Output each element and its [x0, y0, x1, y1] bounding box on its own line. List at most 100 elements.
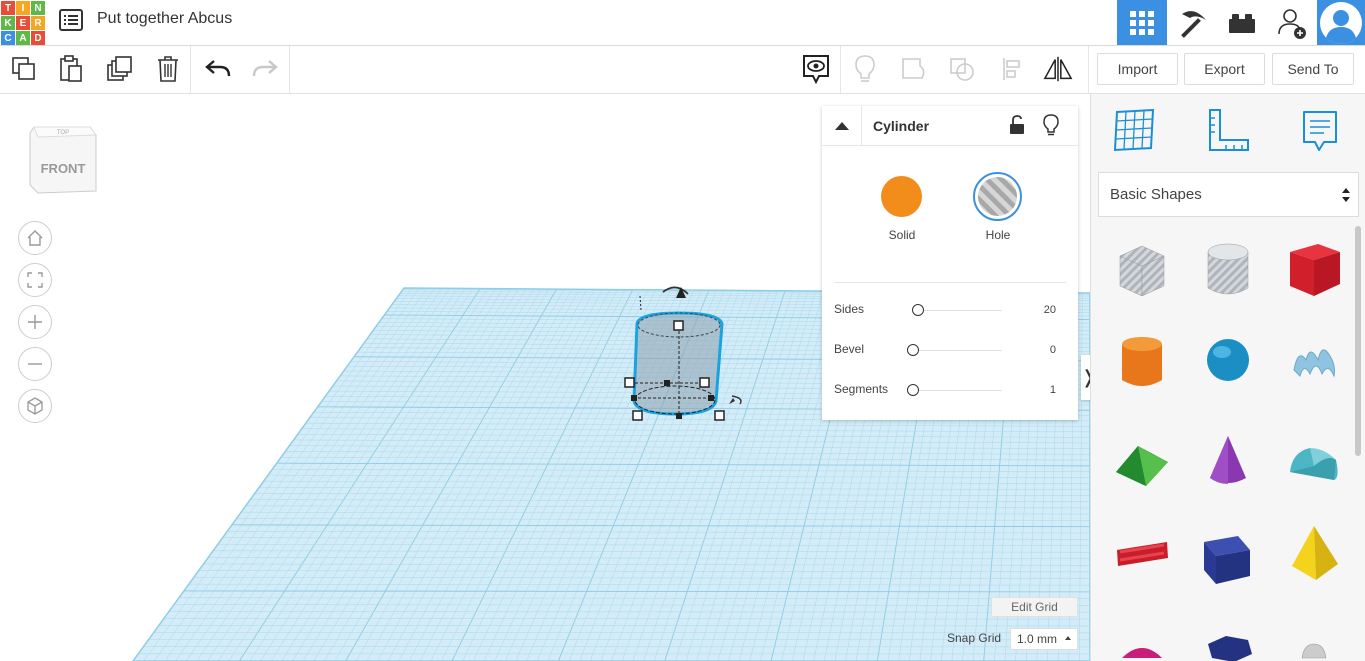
note-eye-icon: [803, 55, 829, 84]
shapes-grid: [1091, 222, 1356, 661]
property-slider-knob[interactable]: [912, 304, 925, 316]
shape-text[interactable]: [1112, 522, 1172, 586]
ruler-tool-icon[interactable]: [1206, 108, 1250, 154]
notes-visibility-button[interactable]: [801, 54, 831, 84]
ungroup-button[interactable]: [947, 54, 977, 84]
property-slider-knob[interactable]: [907, 384, 919, 396]
property-value-segments[interactable]: 1: [1016, 384, 1056, 396]
hint-button[interactable]: [850, 54, 880, 84]
edit-toolbar: Import Export Send To: [0, 46, 1365, 94]
toolbar-divider: [190, 46, 191, 93]
undo-icon: [205, 60, 231, 77]
export-button[interactable]: Export: [1184, 53, 1265, 85]
toolbar-divider: [840, 46, 841, 93]
tinkercad-logo[interactable]: TIN KER CAD: [1, 1, 45, 45]
view-cube[interactable]: TOP FRONT: [28, 121, 98, 201]
hole-mode-button[interactable]: [973, 172, 1022, 221]
duplicate-icon: [107, 56, 132, 81]
property-value-bevel[interactable]: 0: [1016, 344, 1056, 356]
property-slider-track[interactable]: [914, 310, 1002, 311]
notes-tool-icon[interactable]: [1298, 108, 1342, 154]
inspector-collapse-button[interactable]: [822, 106, 862, 146]
workplane-tool-icon[interactable]: [1113, 108, 1157, 154]
hole-pattern: [978, 177, 1017, 216]
invite-user-button[interactable]: [1267, 0, 1317, 45]
shape-pyramid[interactable]: [1284, 522, 1344, 586]
mirror-button[interactable]: [1043, 54, 1073, 84]
caret-up-icon: [1065, 636, 1071, 640]
shape-scribble[interactable]: [1284, 330, 1344, 394]
solid-mode-button[interactable]: [881, 176, 922, 217]
shape-category-select[interactable]: Basic Shapes: [1098, 172, 1359, 217]
inspector-header: Cylinder: [822, 106, 1078, 146]
shape-cylinder[interactable]: [1112, 330, 1172, 394]
lightbulb-icon[interactable]: [1042, 114, 1060, 136]
shape-inspector-panel: Cylinder Solid Hole Sides 20 Bevel 0 Segment…: [822, 106, 1078, 420]
snap-grid-label: Snap Grid: [947, 631, 1002, 645]
pickaxe-icon: [1181, 10, 1206, 38]
select-arrows-icon: [1342, 188, 1350, 202]
shape-polygon[interactable]: [1198, 618, 1258, 661]
lightbulb-icon: [855, 55, 875, 82]
fit-view-button[interactable]: [18, 263, 52, 297]
shape-paraboloid[interactable]: [1284, 618, 1344, 661]
snap-grid-select[interactable]: 1.0 mm: [1010, 628, 1078, 650]
shape-box[interactable]: [1284, 238, 1344, 302]
hole-label: Hole: [985, 228, 1011, 242]
group-button[interactable]: [899, 54, 929, 84]
perspective-toggle-button[interactable]: [18, 389, 52, 423]
mirror-icon: [1043, 56, 1073, 82]
3d-design-view-button[interactable]: [1117, 0, 1167, 45]
paste-button[interactable]: [56, 54, 86, 84]
solid-label: Solid: [888, 228, 916, 242]
plus-icon: [28, 315, 42, 329]
design-title[interactable]: Put together Abcus: [97, 10, 232, 28]
cube-outline-icon: [27, 397, 43, 415]
undo-button[interactable]: [203, 54, 233, 84]
duplicate-button[interactable]: [105, 54, 135, 84]
shape-sphere[interactable]: [1198, 330, 1258, 394]
edit-grid-button[interactable]: Edit Grid: [991, 597, 1078, 617]
logo-letter: R: [31, 16, 45, 30]
viewcube-front-label: FRONT: [41, 161, 86, 176]
zoom-out-button[interactable]: [18, 347, 52, 381]
redo-button[interactable]: [250, 54, 280, 84]
property-label-segments: Segments: [834, 382, 889, 396]
bricks-view-button[interactable]: [1217, 0, 1267, 45]
redo-icon: [252, 60, 278, 77]
minus-icon: [28, 363, 42, 365]
user-avatar-icon: [1320, 1, 1362, 44]
paste-icon: [60, 55, 82, 82]
blocks-view-button[interactable]: [1167, 0, 1217, 45]
delete-button[interactable]: [153, 54, 183, 84]
align-button[interactable]: [997, 54, 1027, 84]
shapes-panel-scrollbar[interactable]: [1355, 226, 1361, 456]
property-slider-track[interactable]: [914, 350, 1002, 351]
shape-prism[interactable]: [1198, 522, 1258, 586]
logo-letter: D: [31, 31, 45, 45]
shape-box-hole[interactable]: [1112, 238, 1172, 302]
toolbar-divider: [289, 46, 290, 93]
shape-round-roof[interactable]: [1284, 430, 1344, 494]
ungroup-icon: [950, 58, 974, 81]
zoom-in-button[interactable]: [18, 305, 52, 339]
import-button[interactable]: Import: [1097, 53, 1178, 85]
property-slider-track[interactable]: [914, 390, 1002, 391]
send-to-button[interactable]: Send To: [1272, 53, 1354, 85]
shape-roof[interactable]: [1112, 430, 1172, 494]
logo-letter: T: [1, 1, 15, 15]
user-avatar-button[interactable]: [1317, 0, 1365, 45]
shape-category-value: Basic Shapes: [1110, 186, 1202, 203]
trash-icon: [158, 56, 178, 82]
snap-grid-value: 1.0 mm: [1017, 632, 1058, 646]
property-value-sides[interactable]: 20: [1016, 304, 1056, 316]
shape-half-sphere[interactable]: [1112, 618, 1172, 661]
shape-cylinder-hole[interactable]: [1198, 238, 1258, 302]
unlock-icon[interactable]: [1008, 115, 1026, 135]
design-list-icon[interactable]: [59, 9, 83, 31]
property-slider-knob[interactable]: [907, 344, 919, 356]
shape-cone[interactable]: [1198, 430, 1258, 494]
home-icon: [27, 230, 43, 246]
home-view-button[interactable]: [18, 221, 52, 255]
copy-button[interactable]: [9, 54, 39, 84]
